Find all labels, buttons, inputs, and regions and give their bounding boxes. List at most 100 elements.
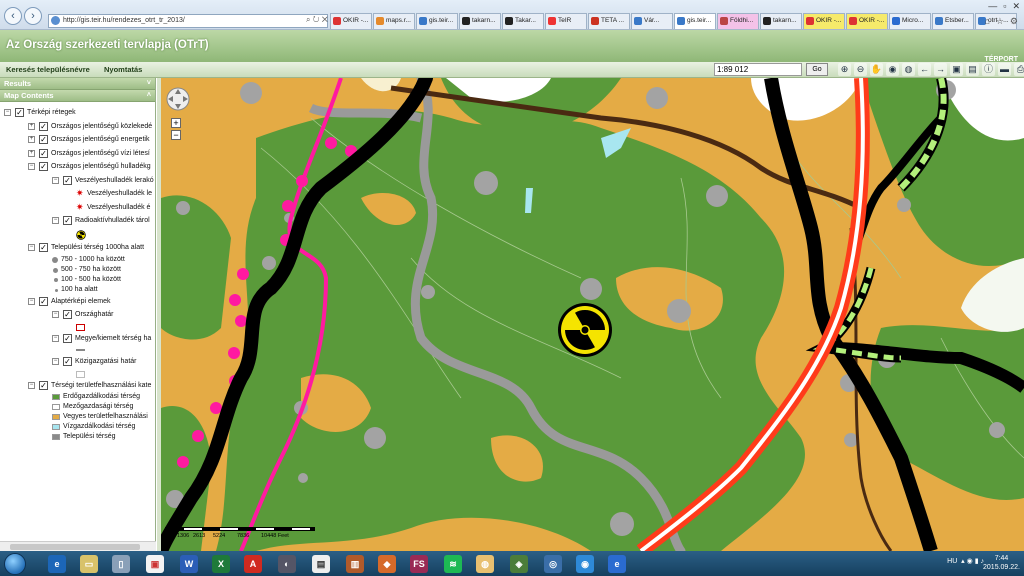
panel-scrollbar[interactable]	[0, 541, 156, 551]
collapse-node-icon[interactable]: −	[52, 176, 59, 184]
globe-icon[interactable]: ◍	[902, 63, 915, 76]
layer-checkbox[interactable]: ✓	[63, 357, 72, 366]
browser-tab[interactable]: gis.teir...	[674, 13, 716, 29]
address-bar[interactable]: http://gis.teir.hu/rendezes_otrt_tr_2013…	[48, 14, 328, 28]
layer-checkbox[interactable]: ✓	[39, 243, 48, 252]
ruler-icon[interactable]: ▬	[998, 63, 1011, 76]
collapse-node-icon[interactable]: −	[28, 244, 35, 251]
home-icon[interactable]: ⌂	[984, 16, 989, 27]
layer-checkbox[interactable]: ✓	[39, 135, 48, 144]
back-extent-icon[interactable]: ←	[918, 63, 931, 76]
browser-tab[interactable]: OKIR -...	[330, 13, 372, 29]
layer-checkbox[interactable]: ✓	[39, 296, 48, 306]
excel-icon[interactable]: X	[212, 555, 230, 573]
info-icon[interactable]: ⓘ	[982, 63, 995, 76]
forward-extent-icon[interactable]: →	[934, 63, 947, 76]
close-icon[interactable]: ✕	[1012, 1, 1020, 12]
layer-checkbox[interactable]: ✓	[39, 148, 48, 158]
layer-checkbox[interactable]: ✓	[63, 175, 72, 185]
gear-icon[interactable]: ⚙	[1010, 16, 1018, 27]
print-icon[interactable]: ⎙	[1014, 63, 1024, 76]
gis-icon[interactable]: ◆	[378, 555, 396, 573]
browser-tab[interactable]: takarn...	[760, 13, 802, 29]
layer-checkbox[interactable]: ✓	[39, 380, 48, 390]
ie-active-icon[interactable]: e	[608, 555, 626, 573]
expand-icon[interactable]: ˄	[147, 90, 151, 102]
files-icon[interactable]: ▯	[112, 555, 130, 573]
zoom-out-icon[interactable]: ⊖	[854, 63, 867, 76]
zoom-in-icon[interactable]: ⊕	[838, 63, 851, 76]
explorer-icon[interactable]: ▭	[80, 555, 98, 573]
folder-icon[interactable]: ▤	[312, 555, 330, 573]
tray-icons[interactable]: ▴ ◉ ▮ ♪	[959, 558, 984, 565]
browser-tab[interactable]: OKIR -...	[846, 13, 888, 29]
browser-tab[interactable]: maps.r...	[373, 13, 415, 29]
maximize-icon[interactable]: ▫	[1003, 1, 1006, 12]
search-by-settlement-link[interactable]: Keresés településnévre	[6, 65, 90, 74]
layer-checkbox[interactable]: ✓	[15, 108, 24, 117]
app4-icon[interactable]: ◉	[576, 555, 594, 573]
collapse-node-icon[interactable]: −	[28, 297, 35, 305]
browser-tab[interactable]: TeIR	[545, 13, 587, 29]
full-extent-icon[interactable]: ◉	[886, 63, 899, 76]
browser-tab[interactable]: Micro...	[889, 13, 931, 29]
browser-tab[interactable]: takarn...	[459, 13, 501, 29]
app-icon[interactable]: ◍	[476, 555, 494, 573]
layer-checkbox[interactable]: ✓	[63, 310, 72, 319]
go-button[interactable]: Go	[806, 63, 828, 76]
layer-checkbox[interactable]: ✓	[63, 216, 72, 225]
collapse-node-icon[interactable]: −	[28, 163, 35, 170]
layer-checkbox[interactable]: ✓	[39, 121, 48, 131]
stop-icon[interactable]: ✕	[322, 15, 328, 24]
browser-tab[interactable]: TETA ...	[588, 13, 630, 29]
pan-control[interactable]	[165, 86, 191, 112]
expand-node-icon[interactable]: +	[28, 136, 35, 143]
search-icon[interactable]: ⌕	[306, 15, 310, 24]
outlook-icon[interactable]: ▣	[146, 555, 164, 573]
browser-tab[interactable]: Vár...	[631, 13, 673, 29]
layer-checkbox[interactable]: ✓	[63, 333, 72, 343]
pan-arrows-icon[interactable]	[165, 86, 191, 112]
scale-input[interactable]: 1:89 012	[714, 63, 802, 76]
collapse-node-icon[interactable]: −	[52, 334, 59, 342]
forward-button[interactable]: ›	[24, 7, 42, 25]
select-icon[interactable]: ▣	[950, 63, 963, 76]
collapse-node-icon[interactable]: −	[52, 217, 59, 224]
expand-node-icon[interactable]: +	[28, 122, 35, 130]
minimize-icon[interactable]: —	[988, 1, 997, 12]
collapse-node-icon[interactable]: −	[4, 109, 11, 116]
favorites-icon[interactable]: ☆	[996, 16, 1004, 27]
results-header[interactable]: Results ˅	[0, 78, 155, 90]
fs-icon[interactable]: FS	[410, 555, 428, 573]
collapse-icon[interactable]: ˅	[147, 78, 151, 90]
refresh-icon[interactable]: ↻	[313, 15, 320, 24]
browser-tab[interactable]: Takar...	[502, 13, 544, 29]
acrobat-icon[interactable]: A	[244, 555, 262, 573]
collapse-node-icon[interactable]: −	[52, 358, 59, 365]
notes-icon[interactable]: ▥	[346, 555, 364, 573]
browser-tab[interactable]: Etsber...	[932, 13, 974, 29]
collapse-node-icon[interactable]: −	[52, 311, 59, 318]
scroll-thumb[interactable]	[10, 544, 140, 550]
collapse-node-icon[interactable]: −	[28, 381, 35, 389]
spotify-icon[interactable]: ≋	[444, 555, 462, 573]
expand-node-icon[interactable]: +	[28, 149, 35, 157]
browser-icon[interactable]: ◐	[278, 555, 296, 573]
map-zoom-out-button[interactable]: −	[171, 130, 181, 140]
pan-hand-icon[interactable]: ✋	[870, 63, 883, 76]
word-icon[interactable]: W	[180, 555, 198, 573]
start-button[interactable]	[4, 553, 26, 575]
layer-checkbox[interactable]: ✓	[39, 162, 48, 171]
browser-tab[interactable]: Földhi...	[717, 13, 759, 29]
app2-icon[interactable]: ◈	[510, 555, 528, 573]
app3-icon[interactable]: ◎	[544, 555, 562, 573]
map-contents-header[interactable]: Map Contents ˄	[0, 90, 155, 102]
clear-icon[interactable]: ▤	[966, 63, 979, 76]
back-button[interactable]: ‹	[4, 7, 22, 25]
map-zoom-in-button[interactable]: +	[171, 118, 181, 128]
ie-icon[interactable]: e	[48, 555, 66, 573]
browser-tab[interactable]: OKIR -...	[803, 13, 845, 29]
language-indicator[interactable]: HU	[947, 558, 957, 565]
print-link[interactable]: Nyomtatás	[104, 65, 142, 74]
browser-tab[interactable]: gis.teir...	[416, 13, 458, 29]
